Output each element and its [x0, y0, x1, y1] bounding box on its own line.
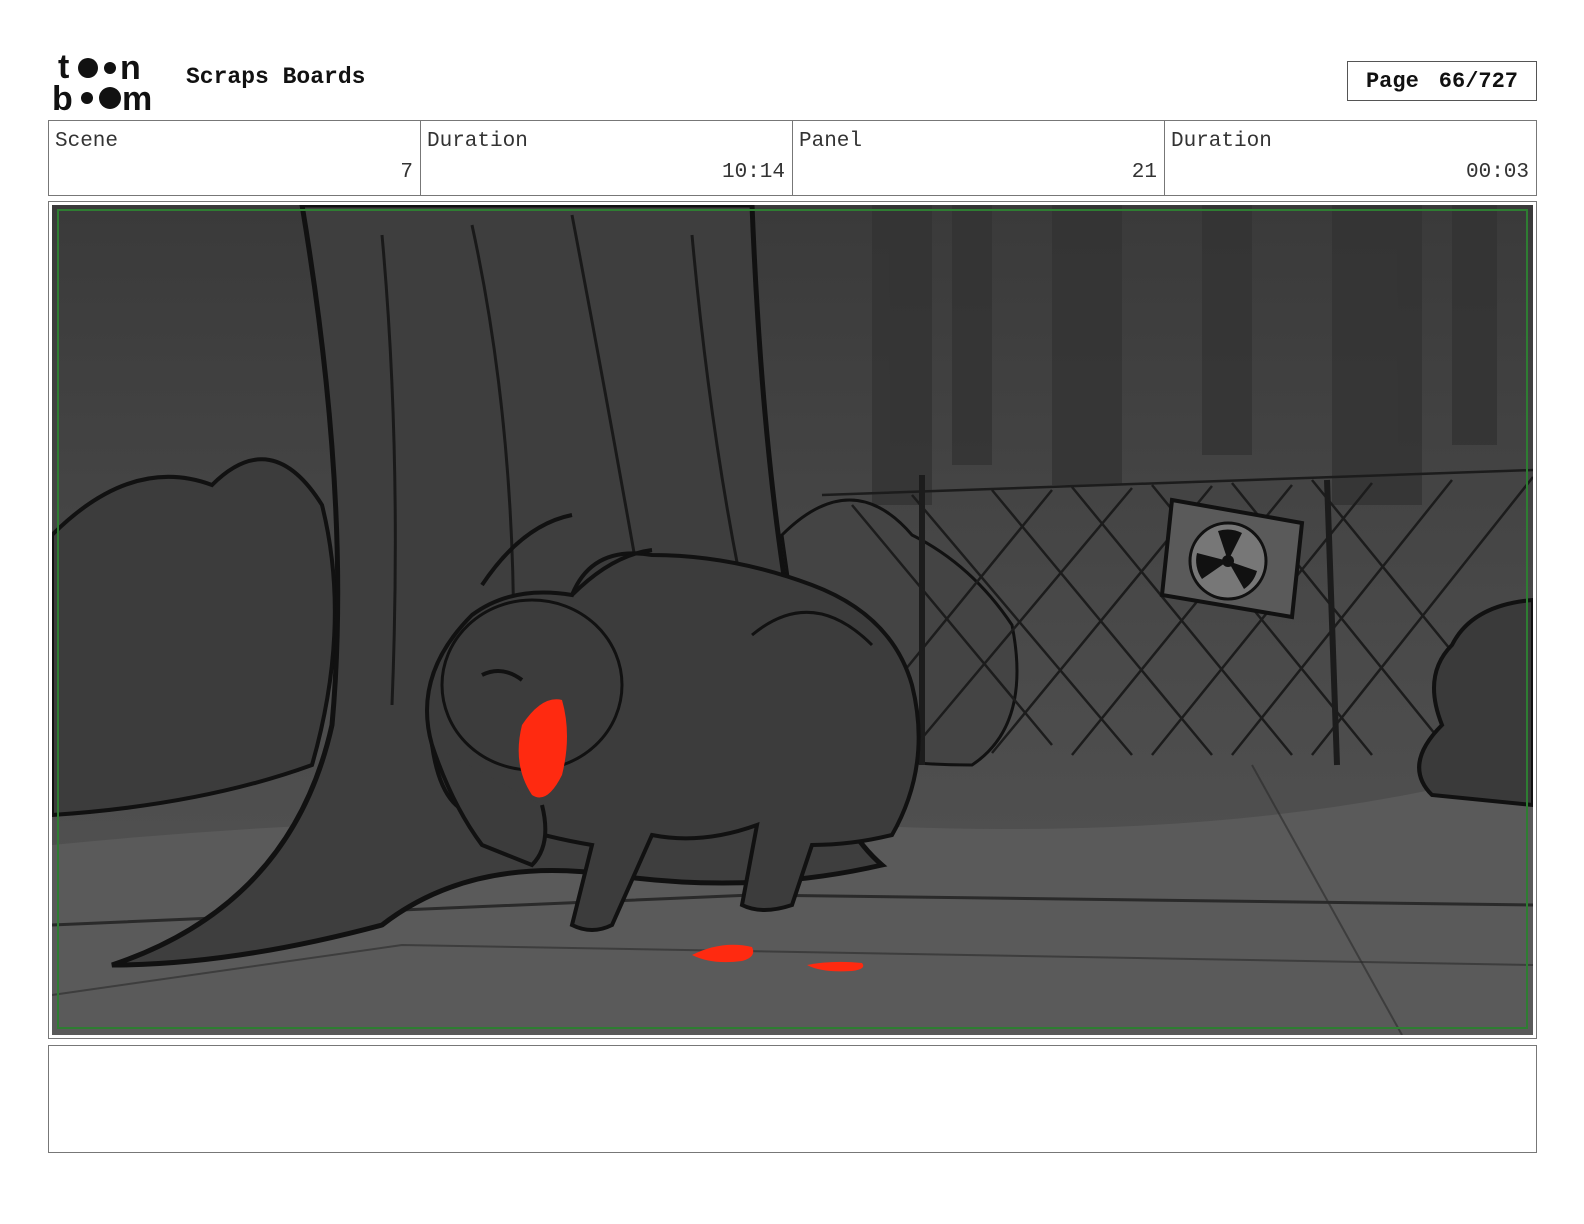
storyboard-panel-image	[52, 205, 1533, 1035]
left-bush	[52, 457, 337, 818]
page-label: Page	[1365, 68, 1419, 94]
document-title: Scraps Boards	[186, 64, 366, 90]
svg-text:b: b	[52, 80, 73, 114]
panel-duration-value: 00:03	[1465, 161, 1529, 184]
panel-info-row: Scene 7 Duration 10:14 Panel 21 Duration…	[48, 120, 1537, 196]
scene-value: 7	[400, 161, 413, 184]
radiation-sign-icon	[1159, 497, 1305, 620]
scene-cell: Scene 7	[49, 121, 421, 195]
scene-label: Scene	[55, 130, 119, 153]
panel-cell: Panel 21	[793, 121, 1165, 195]
page-number: 66/727	[1438, 68, 1519, 94]
panel-duration-cell: Duration 00:03	[1165, 121, 1536, 195]
scene-duration-value: 10:14	[721, 161, 785, 184]
toon-boom-logo: t n b m	[52, 48, 152, 114]
panel-label: Panel	[799, 130, 863, 153]
scene-duration-cell: Duration 10:14	[421, 121, 793, 195]
panel-value: 21	[1131, 161, 1157, 184]
panel-duration-label: Duration	[1171, 130, 1272, 153]
svg-text:m: m	[122, 80, 152, 114]
panel-notes-box[interactable]	[48, 1045, 1537, 1153]
page-indicator: Page 66/727	[1347, 61, 1537, 101]
scene-duration-label: Duration	[427, 130, 528, 153]
